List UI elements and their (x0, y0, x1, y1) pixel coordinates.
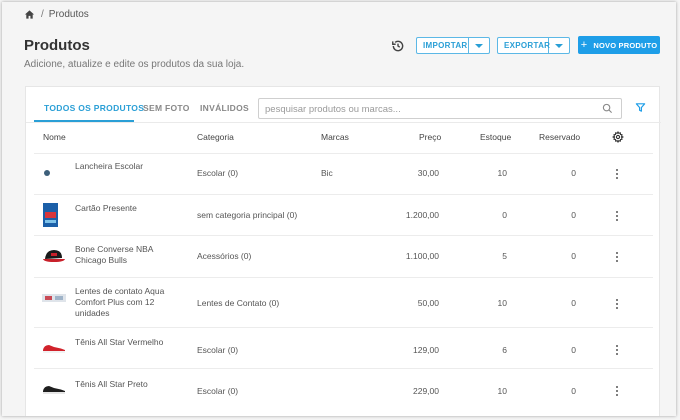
column-header-brand[interactable]: Marcas (321, 132, 349, 142)
product-reserved: 0 (571, 298, 576, 308)
product-name[interactable]: Cartão Presente (75, 203, 180, 214)
product-stock: 10 (497, 298, 507, 308)
product-thumbnail (43, 345, 65, 353)
product-thumbnail (43, 250, 65, 262)
product-price: 50,00 (417, 298, 439, 308)
tab-all-products[interactable]: TODOS OS PRODUTOS (44, 103, 144, 113)
product-category: Lentes de Contato (0) (197, 298, 280, 308)
product-name[interactable]: Bone Converse NBA Chicago Bulls (75, 244, 180, 266)
product-category: Escolar (0) (197, 168, 239, 178)
search-icon[interactable] (602, 103, 613, 114)
product-stock: 0 (502, 210, 507, 220)
app-frame: / Produtos Produtos Adicione, atualize e… (2, 2, 676, 416)
export-button[interactable]: EXPORTAR (498, 38, 550, 53)
import-dropdown-button[interactable] (469, 38, 489, 53)
caret-down-icon (475, 43, 483, 48)
product-stock: 10 (497, 386, 507, 396)
row-divider (34, 368, 653, 369)
tab-no-photo[interactable]: SEM FOTO (143, 103, 190, 113)
product-price: 229,00 (413, 386, 439, 396)
column-header-reserved[interactable]: Reservado (539, 132, 580, 142)
column-header-name[interactable]: Nome (43, 132, 66, 142)
history-icon (392, 40, 404, 52)
filter-icon[interactable] (635, 102, 646, 113)
product-category: sem categoria principal (0) (197, 210, 298, 220)
product-category: Acessórios (0) (197, 251, 252, 261)
column-header-stock[interactable]: Estoque (480, 132, 511, 142)
import-button-group: IMPORTAR (416, 37, 490, 54)
product-name[interactable]: Tênis All Star Preto (75, 379, 180, 390)
product-category: Escolar (0) (197, 386, 239, 396)
product-reserved: 0 (571, 386, 576, 396)
product-price: 30,00 (417, 168, 439, 178)
more-icon[interactable] (616, 252, 619, 264)
product-stock: 5 (502, 251, 507, 261)
search-input[interactable] (259, 100, 589, 119)
export-dropdown-button[interactable] (549, 38, 569, 53)
gear-icon[interactable] (612, 131, 624, 143)
product-stock: 6 (502, 345, 507, 355)
breadcrumb-separator: / (41, 9, 44, 20)
product-category: Escolar (0) (197, 345, 239, 355)
row-divider (34, 277, 653, 278)
product-thumbnail (43, 386, 65, 394)
product-brand: Bic (321, 168, 333, 178)
product-thumbnail (42, 294, 66, 302)
product-name[interactable]: Lentes de contato Aqua Comfort Plus com … (75, 286, 180, 319)
table-divider (34, 153, 653, 154)
more-icon[interactable] (616, 299, 619, 311)
row-divider (34, 235, 653, 236)
breadcrumb-current: Produtos (48, 9, 89, 20)
more-icon[interactable] (616, 169, 619, 181)
column-header-price[interactable]: Preço (419, 132, 441, 142)
search-box (258, 98, 622, 119)
history-button[interactable] (391, 39, 405, 53)
row-divider (34, 194, 653, 195)
product-stock: 10 (497, 168, 507, 178)
home-icon[interactable] (24, 9, 35, 20)
more-icon[interactable] (616, 386, 619, 398)
export-button-group: EXPORTAR (497, 37, 570, 54)
new-product-label: NOVO PRODUTO (593, 40, 658, 50)
product-price: 1.100,00 (405, 251, 439, 261)
product-reserved: 0 (571, 168, 576, 178)
product-reserved: 0 (571, 251, 576, 261)
product-name[interactable]: Lancheira Escolar (75, 161, 180, 172)
breadcrumb: / Produtos (24, 9, 89, 20)
plus-icon: + (580, 39, 588, 51)
product-name[interactable]: Tênis All Star Vermelho (75, 337, 180, 348)
import-button[interactable]: IMPORTAR (417, 38, 469, 53)
product-price: 129,00 (413, 345, 439, 355)
product-reserved: 0 (571, 345, 576, 355)
products-card: TODOS OS PRODUTOS SEM FOTO INVÁLIDOS Nom… (25, 86, 661, 416)
caret-down-icon (555, 43, 563, 48)
page-title: Produtos (24, 37, 90, 54)
tabs-divider (26, 122, 661, 123)
more-icon[interactable] (616, 345, 619, 357)
product-thumbnail (43, 203, 58, 227)
row-divider (34, 327, 653, 328)
product-reserved: 0 (571, 210, 576, 220)
column-header-category[interactable]: Categoria (197, 132, 234, 142)
page-subtitle: Adicione, atualize e edite os produtos d… (24, 59, 245, 70)
new-product-button[interactable]: + NOVO PRODUTO (578, 36, 660, 54)
product-price: 1.200,00 (405, 210, 439, 220)
product-thumbnail (44, 170, 50, 176)
tab-invalid[interactable]: INVÁLIDOS (200, 103, 249, 113)
more-icon[interactable] (616, 211, 619, 223)
